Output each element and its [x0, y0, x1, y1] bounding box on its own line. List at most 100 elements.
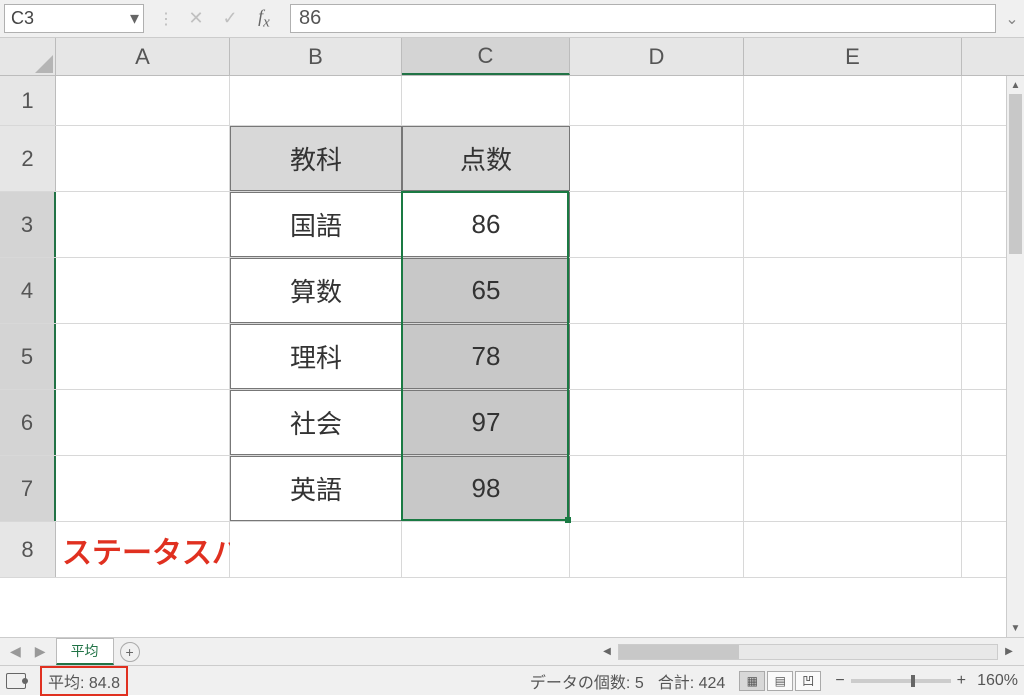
cell-E7[interactable] — [744, 456, 962, 521]
cell-D6[interactable] — [570, 390, 744, 455]
col-header-D[interactable]: D — [570, 38, 744, 75]
row-4: 4 算数65 — [0, 258, 1024, 324]
expand-formula-bar-icon[interactable]: ⌄ — [1000, 0, 1024, 37]
zoom-thumb[interactable] — [911, 675, 915, 687]
cell-D5[interactable] — [570, 324, 744, 389]
name-box-value: C3 — [11, 8, 34, 29]
cell-E1[interactable] — [744, 76, 962, 125]
formula-buttons: ⋮ ✕ ✓ fx — [148, 0, 286, 37]
cell-B3[interactable]: 国語 — [230, 192, 402, 257]
cell-B1[interactable] — [230, 76, 402, 125]
status-sum: 合計: 424 — [658, 669, 726, 693]
col-header-C[interactable]: C — [402, 38, 570, 75]
normal-view-button[interactable]: ▦ — [739, 671, 765, 691]
row-header-1[interactable]: 1 — [0, 76, 56, 125]
cell-A7[interactable] — [56, 456, 230, 521]
cell-A8[interactable]: ステータスバーに平均値が表示されます — [56, 522, 230, 577]
cell-C7[interactable]: 98 — [402, 456, 570, 521]
row-header-4[interactable]: 4 — [0, 258, 56, 323]
cancel-formula-icon[interactable]: ✕ — [184, 8, 208, 29]
hscroll-left-icon[interactable]: ◀ — [598, 646, 616, 657]
cell-A1[interactable] — [56, 76, 230, 125]
row-header-6[interactable]: 6 — [0, 390, 56, 455]
vscroll-thumb[interactable] — [1009, 94, 1022, 254]
hscroll-thumb[interactable] — [619, 645, 739, 659]
cell-C6[interactable]: 97 — [402, 390, 570, 455]
cell-C1[interactable] — [402, 76, 570, 125]
row-header-2[interactable]: 2 — [0, 126, 56, 191]
cell-D4[interactable] — [570, 258, 744, 323]
horizontal-scrollbar[interactable]: ◀ ▶ — [146, 638, 1018, 665]
page-layout-view-button[interactable]: ▤ — [767, 671, 793, 691]
formula-input[interactable]: 86 — [290, 4, 996, 33]
hscroll-right-icon[interactable]: ▶ — [1000, 646, 1018, 657]
cell-C4[interactable]: 65 — [402, 258, 570, 323]
status-count: データの個数: 5 — [530, 669, 644, 693]
enter-formula-icon[interactable]: ✓ — [218, 8, 242, 29]
cell-D3[interactable] — [570, 192, 744, 257]
cell-A6[interactable] — [56, 390, 230, 455]
record-macro-icon[interactable] — [6, 673, 26, 689]
cell-E3[interactable] — [744, 192, 962, 257]
sheet-nav-prev-icon[interactable]: ◀ — [6, 643, 25, 660]
scroll-down-icon[interactable]: ▼ — [1007, 619, 1024, 637]
cell-E5[interactable] — [744, 324, 962, 389]
col-header-B[interactable]: B — [230, 38, 402, 75]
cell-A3[interactable] — [56, 192, 230, 257]
view-buttons: ▦ ▤ 凹 — [739, 671, 821, 691]
col-header-E[interactable]: E — [744, 38, 962, 75]
vdots-icon: ⋮ — [158, 9, 174, 29]
zoom-percent[interactable]: 160% — [972, 672, 1018, 690]
cell-B4[interactable]: 算数 — [230, 258, 402, 323]
scroll-up-icon[interactable]: ▲ — [1007, 76, 1024, 94]
name-box[interactable]: C3 ▾ — [4, 4, 144, 33]
sheet-tab-active[interactable]: 平均 — [56, 638, 114, 665]
fx-icon[interactable]: fx — [252, 6, 276, 32]
cell-E2[interactable] — [744, 126, 962, 191]
name-box-dropdown-icon[interactable]: ▾ — [130, 8, 139, 29]
row-header-8[interactable]: 8 — [0, 522, 56, 577]
cell-C8[interactable] — [402, 522, 570, 577]
hscroll-track[interactable] — [618, 644, 998, 660]
row-6: 6 社会97 — [0, 390, 1024, 456]
zoom-in-button[interactable]: + — [957, 672, 966, 690]
page-break-view-button[interactable]: 凹 — [795, 671, 821, 691]
cell-B6[interactable]: 社会 — [230, 390, 402, 455]
cell-D7[interactable] — [570, 456, 744, 521]
vertical-scrollbar[interactable]: ▲ ▼ — [1006, 76, 1024, 637]
row-8: 8ステータスバーに平均値が表示されます — [0, 522, 1024, 578]
cell-E6[interactable] — [744, 390, 962, 455]
cell-B5[interactable]: 理科 — [230, 324, 402, 389]
formula-bar: C3 ▾ ⋮ ✕ ✓ fx 86 ⌄ — [0, 0, 1024, 38]
row-3: 3 国語86 — [0, 192, 1024, 258]
cell-E8[interactable] — [744, 522, 962, 577]
cell-D1[interactable] — [570, 76, 744, 125]
cell-D2[interactable] — [570, 126, 744, 191]
sheet-nav-next-icon[interactable]: ▶ — [31, 643, 50, 660]
add-sheet-button[interactable]: + — [120, 642, 140, 662]
select-all-corner[interactable] — [0, 38, 56, 75]
cell-B7[interactable]: 英語 — [230, 456, 402, 521]
cell-C5[interactable]: 78 — [402, 324, 570, 389]
vscroll-track[interactable] — [1007, 94, 1024, 619]
cell-E4[interactable] — [744, 258, 962, 323]
cell-B2[interactable]: 教科 — [230, 126, 402, 191]
formula-value: 86 — [299, 7, 321, 30]
col-header-A[interactable]: A — [56, 38, 230, 75]
cell-A4[interactable] — [56, 258, 230, 323]
cell-C2[interactable]: 点数 — [402, 126, 570, 191]
cell-A5[interactable] — [56, 324, 230, 389]
row-header-5[interactable]: 5 — [0, 324, 56, 389]
cell-D8[interactable] — [570, 522, 744, 577]
zoom-slider[interactable] — [851, 679, 951, 683]
row-5: 5 理科78 — [0, 324, 1024, 390]
cell-C3[interactable]: 86 — [402, 192, 570, 257]
column-headers: ABCDE — [0, 38, 1024, 76]
cell-B8[interactable] — [230, 522, 402, 577]
status-average: 平均: 84.8 — [40, 666, 128, 696]
row-header-3[interactable]: 3 — [0, 192, 56, 257]
row-header-7[interactable]: 7 — [0, 456, 56, 521]
cell-A2[interactable] — [56, 126, 230, 191]
row-7: 7 英語98 — [0, 456, 1024, 522]
zoom-out-button[interactable]: − — [835, 672, 844, 690]
